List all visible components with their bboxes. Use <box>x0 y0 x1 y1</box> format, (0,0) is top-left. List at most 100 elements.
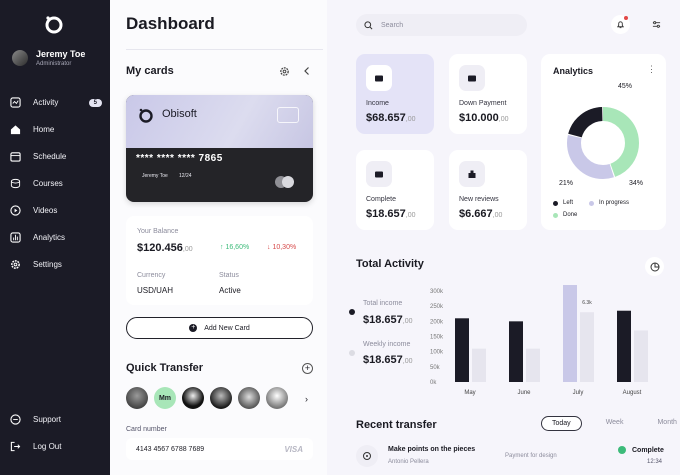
contact-avatar[interactable] <box>238 387 260 409</box>
total-income-label: Total income <box>363 300 403 307</box>
sidebar-bottom: Support Log Out <box>10 406 102 460</box>
stat-label: Down Payment <box>459 100 507 107</box>
main-panel: Search Income $68.657,00 Down Payment $1… <box>327 0 680 475</box>
stat-label: Complete <box>366 196 396 203</box>
notification-dot <box>624 16 628 20</box>
video-icon <box>10 205 21 216</box>
total-activity-title: Total Activity <box>356 258 424 270</box>
sidebar-item-logout[interactable]: Log Out <box>10 433 102 460</box>
sidebar-item-videos[interactable]: Videos <box>10 197 102 224</box>
transfer-name[interactable]: Make points on the pieces <box>388 446 475 453</box>
pct-label-45: 45% <box>618 83 633 90</box>
card-number-field[interactable]: 4143 4567 6788 7689 VISA <box>126 438 313 460</box>
filter-button[interactable] <box>647 15 666 34</box>
transfer-icon <box>356 445 378 467</box>
quick-transfer-heading: Quick Transfer <box>126 362 204 374</box>
chevron-left-icon[interactable] <box>302 66 312 76</box>
sidebar-item-label: Schedule <box>33 152 67 161</box>
transfer-time: 12:34 <box>647 459 663 465</box>
sliders-icon <box>652 21 661 28</box>
sidebar-item-support[interactable]: Support <box>10 406 102 433</box>
stat-card-down-payment[interactable]: Down Payment $10.000,00 <box>449 54 527 134</box>
search-input[interactable]: Search <box>356 14 527 36</box>
currency-label: Currency <box>137 272 166 279</box>
bar <box>580 312 594 382</box>
search-icon <box>364 20 373 29</box>
tab-week[interactable]: Week <box>596 416 634 431</box>
recent-transfer-tabs: Today Week Month <box>541 416 680 431</box>
status-value: Active <box>219 286 241 295</box>
sidebar-nav: Activity 5 Home Schedule Courses Videos … <box>10 89 102 278</box>
card-holder: Jeremy Toe <box>142 173 168 179</box>
activity-badge: 5 <box>88 98 102 107</box>
sidebar-item-label: Log Out <box>33 442 62 451</box>
sidebar-item-courses[interactable]: Courses <box>10 170 102 197</box>
sidebar-item-activity[interactable]: Activity 5 <box>10 89 102 116</box>
card-number-label: Card number <box>126 426 167 433</box>
card-icon <box>459 65 485 91</box>
pct-label-21: 21% <box>559 180 574 187</box>
stat-value: $6.667,00 <box>459 208 503 220</box>
y-tick-label: 150k <box>430 335 444 341</box>
sidebar-item-label: Videos <box>33 206 58 215</box>
sidebar-item-home[interactable]: Home <box>10 116 102 143</box>
my-cards-heading: My cards <box>126 65 174 77</box>
tab-month[interactable]: Month <box>647 416 680 431</box>
analytics-icon <box>10 232 21 243</box>
contact-avatar-initials[interactable]: Mm <box>154 387 176 409</box>
sidebar-item-schedule[interactable]: Schedule <box>10 143 102 170</box>
bar <box>472 348 486 382</box>
x-tick-label: August <box>623 390 642 396</box>
contact-avatar[interactable] <box>182 387 204 409</box>
legend-done: Done <box>553 212 577 218</box>
x-tick-label: June <box>517 390 531 396</box>
currency-value: USD/UAH <box>137 286 174 295</box>
y-tick-label: 100k <box>430 350 444 356</box>
stat-value: $18.657,00 <box>366 208 416 220</box>
chip-icon <box>277 107 299 123</box>
balance-up: ↑ 16,60% <box>220 244 250 251</box>
card-top: Obisoft <box>126 95 313 148</box>
sidebar-item-label: Settings <box>33 260 62 269</box>
legend-in-progress: In progress <box>589 200 629 206</box>
stat-card-income[interactable]: Income $68.657,00 <box>356 54 434 134</box>
balance-panel: Your Balance $120.456,00 ↑ 16,60% ↓ 10,3… <box>126 216 313 305</box>
transfer-status: Complete <box>618 446 664 454</box>
transfer-purpose: Payment for design <box>505 453 557 459</box>
contact-avatar[interactable] <box>210 387 232 409</box>
search-placeholder: Search <box>381 21 404 29</box>
visa-icon: VISA <box>284 444 303 454</box>
bullet <box>349 309 355 315</box>
contact-avatar[interactable] <box>126 387 148 409</box>
add-contact-plus-icon[interactable]: + <box>302 363 313 374</box>
gear-icon <box>11 260 20 269</box>
pie-chart-icon[interactable] <box>645 257 664 276</box>
stat-card-new-reviews[interactable]: New reviews $6.667,00 <box>449 150 527 230</box>
card-settings-gear-icon[interactable] <box>279 66 290 77</box>
card-number-value: 4143 4567 6788 7689 <box>136 445 205 453</box>
card-brand: Obisoft <box>162 108 197 120</box>
sidebar: Jeremy Toe Administrator Activity 5 Home… <box>0 0 110 475</box>
avatar <box>12 50 28 66</box>
sidebar-item-label: Home <box>33 125 55 134</box>
add-new-card-button[interactable]: + Add New Card <box>126 317 313 339</box>
user-profile[interactable]: Jeremy Toe Administrator <box>12 49 85 67</box>
y-tick-label: 50k <box>430 365 441 371</box>
balance-value: $120.456,00 <box>137 242 193 254</box>
contact-avatar[interactable] <box>266 387 288 409</box>
bar <box>455 318 469 382</box>
stat-value: $10.000,00 <box>459 112 509 124</box>
chevron-right-icon[interactable]: › <box>305 394 308 404</box>
cards-panel: Dashboard My cards Obisoft **** **** ***… <box>110 0 327 475</box>
sidebar-item-analytics[interactable]: Analytics <box>10 224 102 251</box>
plus-icon: + <box>189 324 198 332</box>
recent-transfer-title: Recent transfer <box>356 419 437 431</box>
sidebar-item-label: Analytics <box>33 233 66 242</box>
tab-today[interactable]: Today <box>541 416 582 431</box>
x-tick-label: July <box>573 390 584 396</box>
notifications-button[interactable] <box>611 15 630 34</box>
y-tick-label: 250k <box>430 304 444 310</box>
credit-card[interactable]: Obisoft **** **** **** 7865 Jeremy Toe 1… <box>126 95 313 202</box>
stat-card-complete[interactable]: Complete $18.657,00 <box>356 150 434 230</box>
sidebar-item-settings[interactable]: Settings <box>10 251 102 278</box>
